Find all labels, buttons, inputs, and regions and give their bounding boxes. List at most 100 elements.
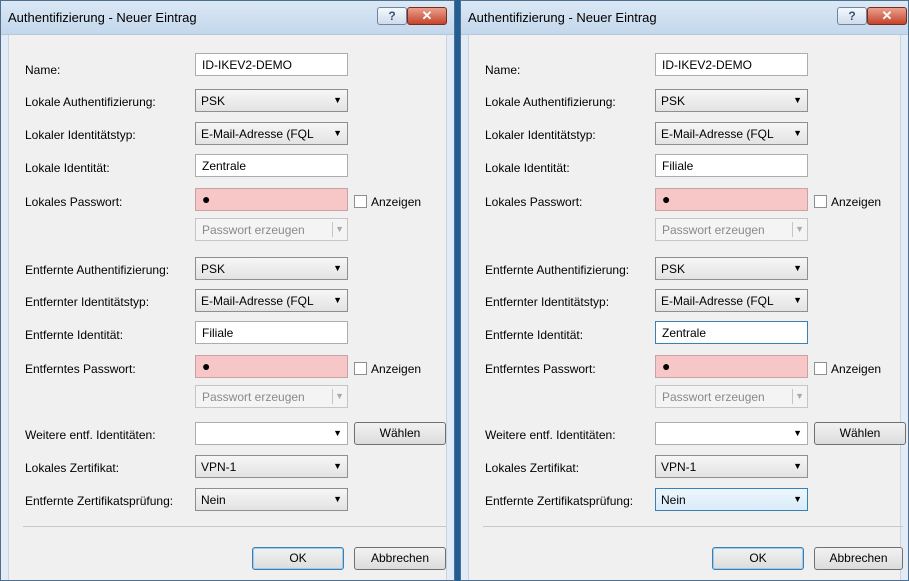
close-button[interactable]: ✕ <box>867 7 907 25</box>
remote-id-field[interactable]: Filiale <box>195 321 348 344</box>
remote-idtype-select[interactable]: E-Mail-Adresse (FQL ▼ <box>655 289 808 312</box>
cancel-button[interactable]: Abbrechen <box>814 547 903 570</box>
ok-button[interactable]: OK <box>252 547 344 570</box>
local-auth-value: PSK <box>201 94 226 108</box>
remote-cert-check-value: Nein <box>201 493 226 507</box>
chevron-down-icon: ▼ <box>795 391 804 401</box>
generate-local-password-button[interactable]: Passwort erzeugen ▼ <box>655 218 808 241</box>
cancel-button[interactable]: Abbrechen <box>354 547 446 570</box>
remote-id-field[interactable]: Zentrale <box>655 321 808 344</box>
local-auth-select[interactable]: PSK ▼ <box>655 89 808 112</box>
remote-id-label: Entfernte Identität: <box>25 328 124 342</box>
generate-password-label: Passwort erzeugen <box>202 390 305 404</box>
generate-remote-password-button[interactable]: Passwort erzeugen ▼ <box>655 385 808 408</box>
more-ids-select[interactable]: ▼ <box>195 422 348 445</box>
remote-auth-label: Entfernte Authentifizierung: <box>25 263 170 277</box>
remote-idtype-label: Entfernter Identitätstyp: <box>485 295 610 309</box>
name-label: Name: <box>25 63 61 77</box>
local-idtype-select[interactable]: E-Mail-Adresse (FQL ▼ <box>195 122 348 145</box>
show-remote-password-checkbox[interactable] <box>354 362 367 375</box>
local-idtype-label: Lokaler Identitätstyp: <box>485 128 596 142</box>
close-button[interactable]: ✕ <box>407 7 447 25</box>
local-auth-label: Lokale Authentifizierung: <box>25 95 156 109</box>
local-id-field[interactable]: Filiale <box>655 154 808 177</box>
local-id-label: Lokale Identität: <box>485 161 570 175</box>
choose-button[interactable]: Wählen <box>354 422 446 445</box>
title-bar[interactable]: Authentifizierung - Neuer Eintrag ? ✕ <box>1 1 454 35</box>
help-button[interactable]: ? <box>377 7 407 25</box>
local-cert-select[interactable]: VPN-1 ▼ <box>195 455 348 478</box>
local-cert-value: VPN-1 <box>661 460 697 474</box>
local-cert-label: Lokales Zertifikat: <box>485 461 580 475</box>
local-idtype-value: E-Mail-Adresse (FQL <box>661 127 774 141</box>
chevron-down-icon: ▼ <box>335 224 344 234</box>
remote-idtype-select[interactable]: E-Mail-Adresse (FQL ▼ <box>195 289 348 312</box>
chevron-down-icon: ▼ <box>793 428 802 438</box>
remote-pw-label: Entferntes Passwort: <box>25 362 136 376</box>
show-remote-password-checkbox[interactable] <box>814 362 827 375</box>
remote-idtype-value: E-Mail-Adresse (FQL <box>661 294 774 308</box>
remote-auth-select[interactable]: PSK ▼ <box>655 257 808 280</box>
dialog-body: Name: ID-IKEV2-DEMO Lokale Authentifizie… <box>468 35 906 580</box>
show-remote-password-label: Anzeigen <box>371 362 422 376</box>
generate-local-password-button[interactable]: Passwort erzeugen ▼ <box>195 218 348 241</box>
separator <box>483 526 903 527</box>
chevron-down-icon: ▼ <box>333 428 342 438</box>
local-auth-select[interactable]: PSK ▼ <box>195 89 348 112</box>
split-divider <box>332 222 333 237</box>
local-pw-label: Lokales Passwort: <box>485 195 583 209</box>
name-label: Name: <box>485 63 521 77</box>
remote-auth-select[interactable]: PSK ▼ <box>195 257 348 280</box>
show-local-password-checkbox[interactable] <box>814 195 827 208</box>
local-idtype-value: E-Mail-Adresse (FQL <box>201 127 314 141</box>
chevron-down-icon: ▼ <box>793 295 802 305</box>
remote-auth-value: PSK <box>201 262 226 276</box>
remote-auth-value: PSK <box>661 262 686 276</box>
chevron-down-icon: ▼ <box>333 461 342 471</box>
remote-password-field[interactable]: ● <box>195 355 348 378</box>
name-field[interactable]: ID-IKEV2-DEMO <box>655 53 808 76</box>
local-id-field[interactable]: Zentrale <box>195 154 348 177</box>
local-idtype-select[interactable]: E-Mail-Adresse (FQL ▼ <box>655 122 808 145</box>
auth-dialog-right: Authentifizierung - Neuer Eintrag ? ✕ Na… <box>460 0 909 581</box>
local-password-field[interactable]: ● <box>195 188 348 211</box>
title-bar[interactable]: Authentifizierung - Neuer Eintrag ? ✕ <box>461 1 908 35</box>
remote-cert-check-select[interactable]: Nein ▼ <box>655 488 808 511</box>
generate-password-label: Passwort erzeugen <box>662 223 765 237</box>
chevron-down-icon: ▼ <box>333 263 342 273</box>
remote-cert-check-select[interactable]: Nein ▼ <box>195 488 348 511</box>
remote-cert-check-label: Entfernte Zertifikatsprüfung: <box>25 494 174 508</box>
help-button[interactable]: ? <box>837 7 867 25</box>
local-idtype-label: Lokaler Identitätstyp: <box>25 128 136 142</box>
local-auth-label: Lokale Authentifizierung: <box>485 95 616 109</box>
chevron-down-icon: ▼ <box>333 128 342 138</box>
remote-id-label: Entfernte Identität: <box>485 328 584 342</box>
local-id-label: Lokale Identität: <box>25 161 110 175</box>
choose-button[interactable]: Wählen <box>814 422 906 445</box>
show-local-password-checkbox[interactable] <box>354 195 367 208</box>
more-ids-select[interactable]: ▼ <box>655 422 808 445</box>
local-password-field[interactable]: ● <box>655 188 808 211</box>
chevron-down-icon: ▼ <box>333 494 342 504</box>
remote-cert-check-label: Entfernte Zertifikatsprüfung: <box>485 494 634 508</box>
local-cert-label: Lokales Zertifikat: <box>25 461 120 475</box>
dialog-title: Authentifizierung - Neuer Eintrag <box>468 10 657 25</box>
remote-idtype-value: E-Mail-Adresse (FQL <box>201 294 314 308</box>
chevron-down-icon: ▼ <box>795 224 804 234</box>
remote-auth-label: Entfernte Authentifizierung: <box>485 263 630 277</box>
more-ids-label: Weitere entf. Identitäten: <box>25 428 156 442</box>
show-local-password-label: Anzeigen <box>371 195 422 209</box>
local-pw-label: Lokales Passwort: <box>25 195 123 209</box>
show-remote-password-label: Anzeigen <box>831 362 882 376</box>
name-field[interactable]: ID-IKEV2-DEMO <box>195 53 348 76</box>
ok-button[interactable]: OK <box>712 547 804 570</box>
local-cert-value: VPN-1 <box>201 460 237 474</box>
split-divider <box>792 222 793 237</box>
local-cert-select[interactable]: VPN-1 ▼ <box>655 455 808 478</box>
generate-remote-password-button[interactable]: Passwort erzeugen ▼ <box>195 385 348 408</box>
split-divider <box>332 389 333 404</box>
more-ids-label: Weitere entf. Identitäten: <box>485 428 616 442</box>
remote-cert-check-value: Nein <box>661 493 686 507</box>
remote-password-field[interactable]: ● <box>655 355 808 378</box>
chevron-down-icon: ▼ <box>333 295 342 305</box>
